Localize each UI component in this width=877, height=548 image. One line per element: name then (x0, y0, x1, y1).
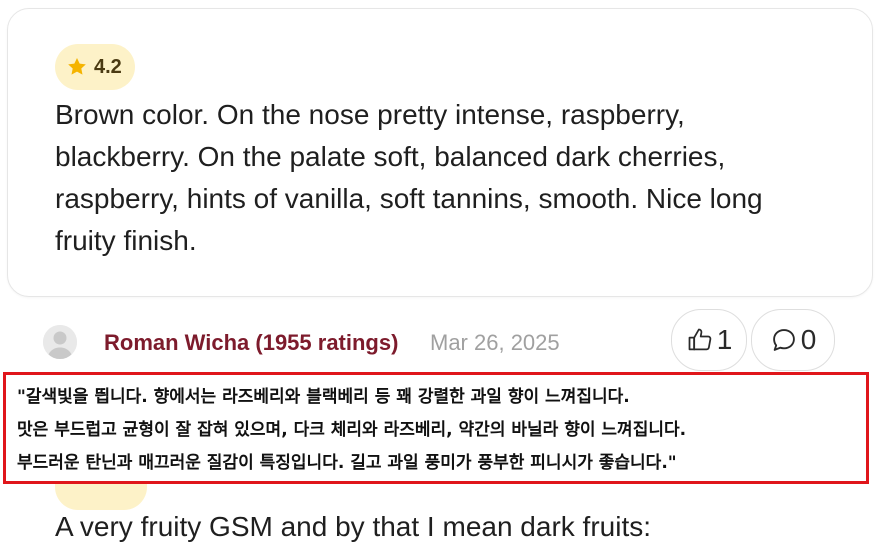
user-avatar-icon[interactable] (43, 325, 77, 359)
comment-count: 0 (800, 324, 817, 355)
star-icon (68, 58, 86, 75)
author-name-link[interactable]: Roman Wicha (1955 ratings) (104, 330, 398, 356)
translation-line: 맛은 부드럽고 균형이 잘 잡혀 있으며, 다크 체리와 라즈베리, 약간의 바… (17, 420, 687, 440)
next-review-text: A very fruity GSM and by that I mean dar… (55, 511, 652, 542)
rating-badge: 4.2 (55, 44, 135, 90)
thumbs-up-icon (688, 328, 711, 351)
review-date: Mar 26, 2025 (430, 330, 560, 355)
translation-overlay: "갈색빛을 띕니다. 향에서는 라즈베리와 블랙베리 등 꽤 강렬한 과일 향이… (3, 372, 869, 484)
comment-button[interactable]: 0 (751, 309, 835, 371)
review-text: Brown color. On the nose pretty intense,… (55, 99, 763, 256)
translation-line: 부드러운 탄닌과 매끄러운 질감이 특징입니다. 길고 과일 풍미가 풍부한 피… (17, 453, 677, 473)
comment-bubble-icon (772, 329, 795, 351)
review-meta-row: Roman Wicha (1955 ratings) Mar 26, 2025 … (40, 309, 877, 371)
rating-value: 4.2 (94, 55, 122, 78)
like-button[interactable]: 1 (671, 309, 747, 371)
like-count: 1 (716, 324, 733, 355)
translation-line: "갈색빛을 띕니다. 향에서는 라즈베리와 블랙베리 등 꽤 강렬한 과일 향이… (17, 387, 630, 407)
